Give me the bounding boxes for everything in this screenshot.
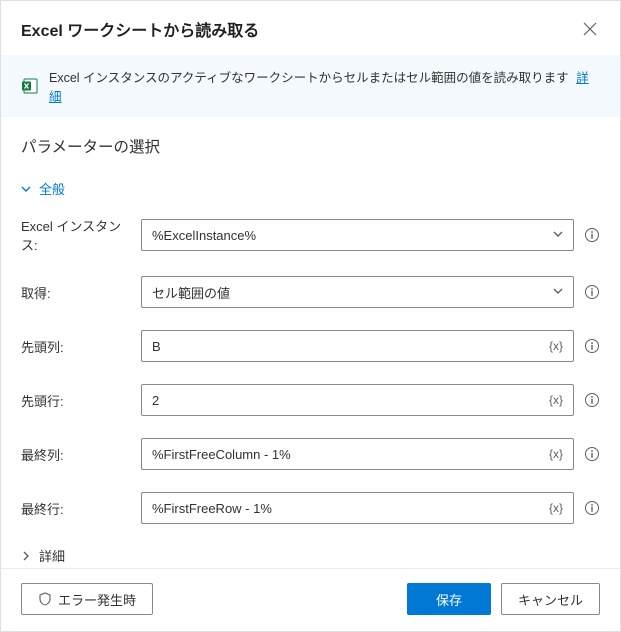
general-section-label: 全般 [39, 179, 65, 198]
excel-instance-value: %ExcelInstance% [152, 228, 551, 243]
variable-picker-icon[interactable]: {x} [547, 447, 565, 461]
section-title: パラメーターの選択 [21, 135, 600, 157]
close-icon [583, 22, 597, 36]
info-icon[interactable] [584, 446, 600, 462]
info-icon[interactable] [584, 227, 600, 243]
chevron-right-icon [21, 551, 31, 561]
on-error-button[interactable]: エラー発生時 [21, 583, 153, 615]
info-icon[interactable] [584, 392, 600, 408]
cancel-button[interactable]: キャンセル [501, 583, 600, 615]
info-icon[interactable] [584, 338, 600, 354]
chevron-down-icon [551, 285, 565, 299]
end-column-input[interactable]: %FirstFreeColumn - 1% {x} [141, 438, 574, 470]
advanced-section-toggle[interactable]: 詳細 [21, 546, 600, 565]
chevron-down-icon [551, 228, 565, 242]
retrieve-label: 取得: [21, 283, 131, 302]
retrieve-select[interactable]: セル範囲の値 [141, 276, 574, 308]
end-row-label: 最終行: [21, 499, 131, 518]
start-column-value: B [152, 339, 547, 354]
variable-picker-icon[interactable]: {x} [547, 339, 565, 353]
end-row-input[interactable]: %FirstFreeRow - 1% {x} [141, 492, 574, 524]
variable-picker-icon[interactable]: {x} [547, 393, 565, 407]
close-button[interactable] [580, 19, 600, 39]
end-column-value: %FirstFreeColumn - 1% [152, 447, 547, 462]
retrieve-value: セル範囲の値 [152, 283, 551, 302]
start-column-label: 先頭列: [21, 337, 131, 356]
advanced-section-label: 詳細 [39, 546, 65, 565]
info-text: Excel インスタンスのアクティブなワークシートからセルまたはセル範囲の値を読… [49, 71, 569, 85]
excel-instance-select[interactable]: %ExcelInstance% [141, 219, 574, 251]
info-icon[interactable] [584, 500, 600, 516]
general-section-toggle[interactable]: 全般 [21, 179, 600, 198]
excel-instance-label: Excel インスタンス: [21, 216, 131, 254]
shield-icon [38, 592, 52, 606]
end-row-value: %FirstFreeRow - 1% [152, 501, 547, 516]
excel-icon [21, 77, 39, 95]
on-error-label: エラー発生時 [58, 590, 136, 609]
start-row-label: 先頭行: [21, 391, 131, 410]
end-column-label: 最終列: [21, 445, 131, 464]
start-row-value: 2 [152, 393, 547, 408]
start-row-input[interactable]: 2 {x} [141, 384, 574, 416]
dialog-title: Excel ワークシートから読み取る [21, 17, 259, 41]
start-column-input[interactable]: B {x} [141, 330, 574, 362]
chevron-down-icon [21, 184, 31, 194]
save-button[interactable]: 保存 [407, 583, 491, 615]
variable-picker-icon[interactable]: {x} [547, 501, 565, 515]
info-icon[interactable] [584, 284, 600, 300]
info-bar: Excel インスタンスのアクティブなワークシートからセルまたはセル範囲の値を読… [1, 55, 620, 117]
